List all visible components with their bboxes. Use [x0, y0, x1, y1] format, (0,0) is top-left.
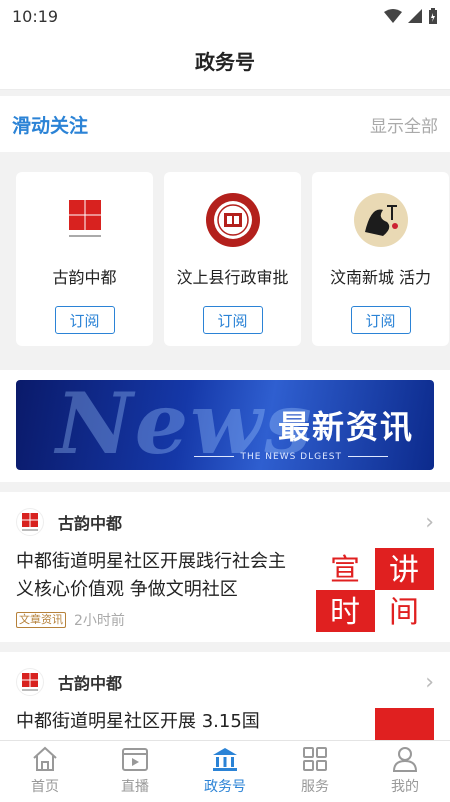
- subscribe-button[interactable]: 订阅: [54, 306, 115, 334]
- thumb-char: 间: [389, 595, 419, 630]
- account-card[interactable]: 古韵中都 订阅: [16, 172, 153, 346]
- nav-label: 政务号: [204, 778, 246, 795]
- status-icons: [384, 8, 438, 24]
- battery-icon: [429, 8, 437, 24]
- page-header: 政务号: [0, 32, 450, 90]
- wennan-new-city-logo: [353, 192, 409, 248]
- government-icon: [213, 747, 237, 771]
- source-name: 古韵中都: [58, 674, 123, 693]
- article-tag: 文章资讯: [16, 612, 66, 628]
- page-title: 政务号: [195, 50, 255, 74]
- article-thumbnail: 宣 讲 时 间: [316, 548, 434, 632]
- article-header: 古韵中都 ›: [16, 668, 434, 696]
- status-bar: 10:19: [0, 0, 450, 32]
- subscribe-button[interactable]: 订阅: [202, 306, 263, 334]
- home-icon: [33, 746, 57, 771]
- nav-label: 我的: [391, 778, 419, 795]
- article-meta: 文章资讯 2小时前: [16, 610, 300, 630]
- account-name: 古韵中都: [52, 268, 117, 287]
- user-icon: [392, 746, 418, 772]
- banner-subtitle: THE NEWS DLGEST: [188, 452, 394, 462]
- follow-section-header: 滑动关注 显示全部: [0, 96, 450, 152]
- banner-title: 最新资讯: [277, 408, 414, 446]
- nav-me[interactable]: 我的: [370, 746, 440, 796]
- thumb-char: 宣: [330, 553, 360, 588]
- status-time: 10:19: [12, 6, 59, 26]
- news-banner[interactable]: News 最新资讯 THE NEWS DLGEST: [16, 380, 434, 470]
- article-time: 2小时前: [74, 613, 125, 629]
- thumb-char: 时: [330, 595, 360, 630]
- account-name: 汶上县行政审批: [176, 268, 289, 287]
- nav-label: 首页: [31, 778, 59, 795]
- article-source[interactable]: 古韵中都: [16, 508, 122, 536]
- nav-home[interactable]: 首页: [10, 746, 80, 796]
- nav-service[interactable]: 服务: [280, 746, 350, 796]
- subscribe-button[interactable]: 订阅: [350, 306, 411, 334]
- nav-live[interactable]: 直播: [100, 746, 170, 796]
- article-header: 古韵中都 ›: [16, 508, 434, 536]
- signal-icon: [408, 9, 422, 23]
- nav-government[interactable]: 政务号: [190, 746, 260, 796]
- follow-title: 滑动关注: [12, 114, 89, 137]
- chevron-right-icon[interactable]: ›: [425, 510, 434, 535]
- wifi-icon: [384, 9, 402, 23]
- administrative-approval-logo: [205, 192, 261, 248]
- source-name: 古韵中都: [58, 514, 123, 533]
- account-name: 汶南新城 活力: [329, 268, 432, 287]
- grid-icon: [303, 746, 327, 771]
- bottom-nav: 首页 直播 政务号 服务 我的: [0, 740, 450, 800]
- video-icon: [122, 747, 148, 771]
- article-body: 中都街道明星社区开展践行社会主义核心价值观 争做文明社区 文章资讯 2小时前 宣…: [16, 548, 434, 632]
- account-card[interactable]: 汶上县行政审批 订阅: [164, 172, 301, 346]
- source-logo: [16, 508, 44, 536]
- article-card[interactable]: 古韵中都 › 中都街道明星社区开展践行社会主义核心价值观 争做文明社区 文章资讯…: [0, 492, 450, 642]
- guyun-zhongdu-logo: [57, 192, 113, 248]
- article-title: 中都街道明星社区开展践行社会主义核心价值观 争做文明社区: [16, 551, 286, 600]
- show-all-link[interactable]: 显示全部: [370, 112, 438, 137]
- nav-label: 服务: [301, 778, 329, 795]
- news-banner-container: News 最新资讯 THE NEWS DLGEST: [0, 370, 450, 482]
- source-logo: [16, 668, 44, 696]
- account-card[interactable]: 汶南新城 活力 订阅: [312, 172, 449, 346]
- nav-label: 直播: [121, 778, 149, 795]
- thumb-char: 讲: [389, 553, 419, 588]
- article-source[interactable]: 古韵中都: [16, 668, 122, 696]
- account-carousel[interactable]: 古韵中都 订阅 汶上县行政审批 订阅 汶南新城 活力 订阅: [0, 152, 450, 370]
- chevron-right-icon[interactable]: ›: [425, 670, 434, 695]
